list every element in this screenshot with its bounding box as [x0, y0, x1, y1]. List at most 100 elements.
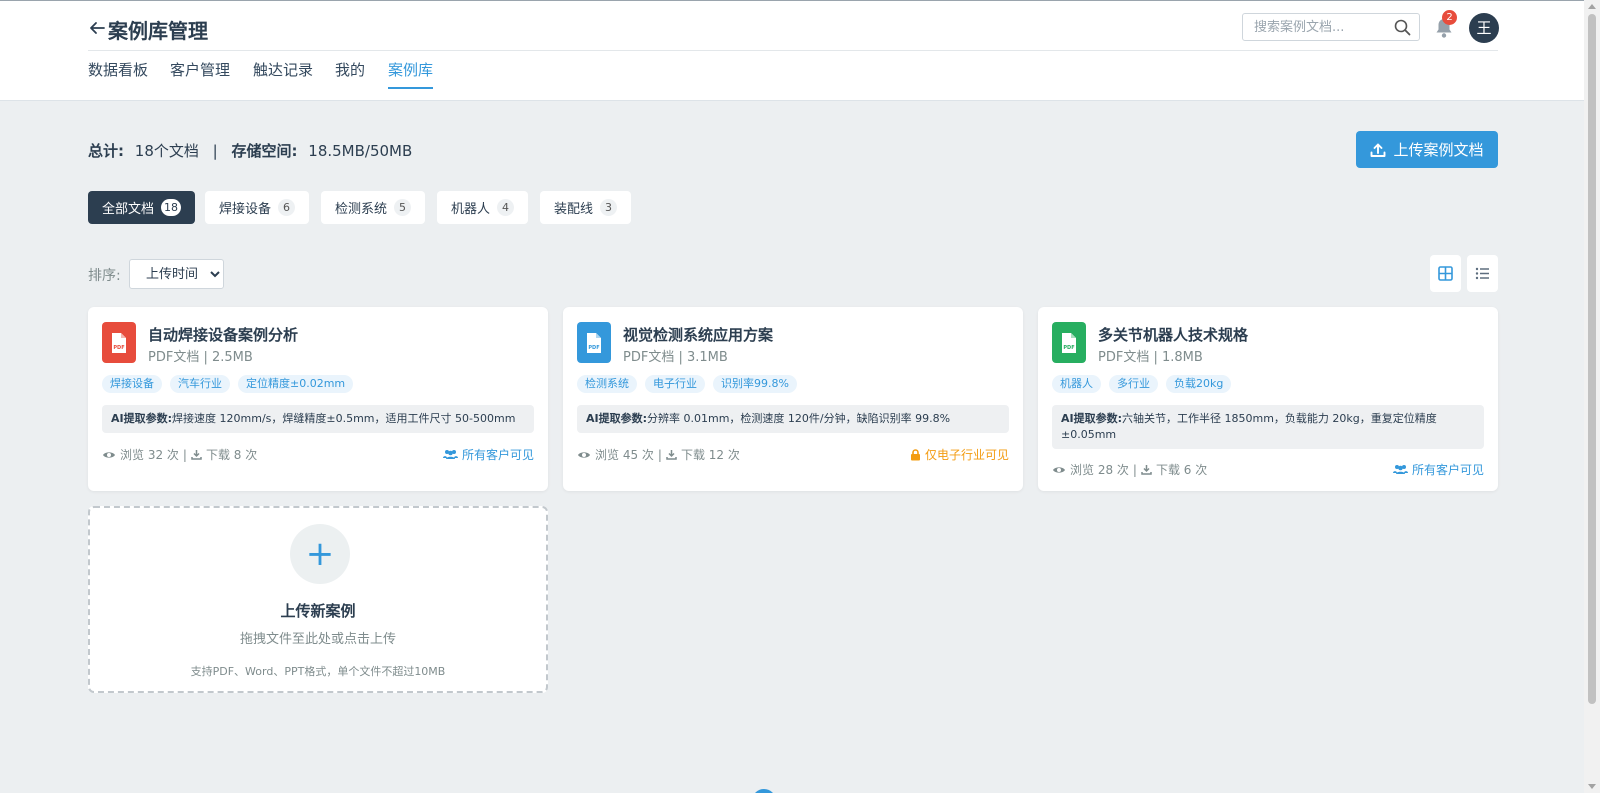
filter-count: 5 — [394, 199, 412, 216]
case-card[interactable]: PDF 视觉检测系统应用方案 PDF文档 | 3.1MB 检测系统 电子行业 识… — [563, 307, 1023, 491]
filter-count: 4 — [497, 199, 515, 216]
tag: 机器人 — [1052, 375, 1101, 393]
card-meta: PDF文档 | 1.8MB — [1098, 350, 1203, 365]
grid-icon — [1438, 266, 1453, 281]
pdf-file-icon: PDF — [102, 322, 136, 363]
card-meta: PDF文档 | 2.5MB — [148, 350, 253, 365]
total-label: 总计: — [88, 142, 124, 160]
filter-robot[interactable]: 机器人 4 — [437, 191, 529, 224]
title-row: 案例库管理 2 王 — [88, 10, 1499, 51]
floating-action-button[interactable] — [752, 789, 776, 793]
card-title[interactable]: 视觉检测系统应用方案 — [623, 324, 773, 345]
filter-label: 检测系统 — [335, 202, 388, 217]
nav-dashboard[interactable]: 数据看板 — [88, 59, 148, 89]
visibility-info: 所有客户可见 — [442, 446, 534, 463]
notification-badge: 2 — [1442, 10, 1457, 25]
filter-label: 全部文档 — [102, 202, 155, 217]
nav-case-library[interactable]: 案例库 — [388, 59, 434, 89]
ai-params-box: AI提取参数:六轴关节，工作半径 1850mm，负载能力 20kg，重复定位精度… — [1052, 405, 1484, 449]
upload-icon — [1371, 143, 1386, 157]
pdf-file-icon: PDF — [577, 322, 611, 363]
stat-separator: | — [182, 447, 187, 462]
nav-customers[interactable]: 客户管理 — [170, 59, 230, 89]
svg-text:PDF: PDF — [113, 345, 124, 351]
case-card[interactable]: PDF 自动焊接设备案例分析 PDF文档 | 2.5MB 焊接设备 汽车行业 定… — [88, 307, 548, 491]
card-stats: 浏览 45 次 | 下载 12 次 — [577, 446, 740, 463]
stats-summary: 总计: 18个文档 | 存储空间: 18.5MB/50MB — [88, 140, 412, 161]
card-title[interactable]: 自动焊接设备案例分析 — [148, 324, 298, 345]
download-count: 下载 12 次 — [680, 448, 740, 462]
filter-label: 机器人 — [451, 202, 491, 217]
ai-params-label: AI提取参数: — [586, 412, 648, 425]
upload-dropzone-hint: 支持PDF、Word、PPT格式，单个文件不超过10MB — [190, 665, 446, 678]
storage-value: 18.5MB/50MB — [308, 142, 413, 160]
card-tags: 检测系统 电子行业 识别率99.8% — [577, 375, 797, 393]
plus-icon[interactable]: + — [290, 524, 350, 584]
page-title: 案例库管理 — [108, 19, 208, 43]
page-scrollbar[interactable] — [1584, 0, 1600, 793]
ai-params-label: AI提取参数: — [111, 412, 173, 425]
storage-label: 存储空间: — [231, 142, 298, 160]
list-view-button[interactable] — [1467, 255, 1498, 292]
card-tags: 焊接设备 汽车行业 定位精度±0.02mm — [102, 375, 354, 393]
search-box[interactable] — [1242, 13, 1420, 41]
sort-label: 排序: — [88, 268, 121, 284]
download-count: 下载 6 次 — [1155, 463, 1208, 477]
filter-welding[interactable]: 焊接设备 6 — [205, 191, 310, 224]
search-icon[interactable] — [1394, 19, 1411, 36]
svg-text:PDF: PDF — [1063, 345, 1074, 351]
card-stats: 浏览 32 次 | 下载 8 次 — [102, 446, 257, 463]
filter-count: 6 — [278, 199, 296, 216]
scroll-up-arrow[interactable] — [1588, 4, 1596, 9]
upload-dropzone-subtitle: 拖拽文件至此处或点击上传 — [239, 632, 396, 647]
view-count: 浏览 28 次 — [1070, 463, 1129, 477]
arrow-left-icon[interactable] — [88, 19, 106, 37]
filter-all[interactable]: 全部文档 18 — [88, 191, 196, 224]
ai-params-label: AI提取参数: — [1061, 412, 1123, 425]
filter-label: 装配线 — [554, 202, 594, 217]
download-count: 下载 8 次 — [205, 448, 258, 462]
filter-assembly-line[interactable]: 装配线 3 — [540, 191, 632, 224]
tag: 负载20kg — [1166, 375, 1232, 393]
stat-separator: | — [657, 447, 662, 462]
view-count: 浏览 45 次 — [595, 448, 654, 462]
view-count: 浏览 32 次 — [120, 448, 179, 462]
visibility-label: 仅电子行业可见 — [924, 448, 1009, 462]
nav-mine[interactable]: 我的 — [335, 59, 365, 89]
visibility-info: 所有客户可见 — [1392, 461, 1484, 478]
tag: 定位精度±0.02mm — [238, 375, 354, 393]
filter-inspection[interactable]: 检测系统 5 — [321, 191, 426, 224]
case-card[interactable]: PDF 多关节机器人技术规格 PDF文档 | 1.8MB 机器人 多行业 负载2… — [1038, 307, 1498, 491]
card-title[interactable]: 多关节机器人技术规格 — [1098, 324, 1248, 345]
visibility-label: 所有客户可见 — [461, 448, 534, 462]
upload-dropzone-title: 上传新案例 — [280, 602, 356, 620]
download-icon — [666, 450, 677, 460]
tag: 多行业 — [1109, 375, 1158, 393]
tag: 焊接设备 — [102, 375, 162, 393]
avatar[interactable]: 王 — [1469, 13, 1499, 43]
upload-dropzone[interactable]: + 上传新案例 拖拽文件至此处或点击上传 支持PDF、Word、PPT格式，单个… — [88, 506, 548, 693]
stats-separator: | — [212, 142, 218, 160]
eye-icon — [1053, 466, 1065, 473]
visibility-label: 所有客户可见 — [1411, 463, 1484, 477]
search-input[interactable] — [1243, 14, 1383, 40]
filter-count: 3 — [600, 199, 618, 216]
header-inner: 案例库管理 2 王 数据看板 客户管理 触达记录 我的 案例库 — [88, 1, 1499, 101]
filter-count: 18 — [161, 199, 182, 216]
filter-label: 焊接设备 — [219, 202, 272, 217]
sort-select[interactable]: 上传时间 — [129, 259, 224, 289]
card-meta: PDF文档 | 3.1MB — [623, 350, 728, 365]
upload-button-label: 上传案例文档 — [1393, 142, 1484, 159]
tag: 电子行业 — [645, 375, 705, 393]
pdf-file-icon: PDF — [1052, 322, 1086, 363]
top-header: 案例库管理 2 王 数据看板 客户管理 触达记录 我的 案例库 — [0, 0, 1584, 101]
nav-touch-records[interactable]: 触达记录 — [253, 59, 313, 89]
upload-document-button[interactable]: 上传案例文档 — [1356, 131, 1498, 168]
lock-icon — [910, 448, 920, 460]
download-icon — [191, 450, 202, 460]
ai-params-box: AI提取参数:分辨率 0.01mm，检测速度 120件/分钟，缺陷识别率 99.… — [577, 405, 1009, 433]
scroll-down-arrow[interactable] — [1588, 784, 1596, 789]
users-icon — [442, 450, 458, 459]
grid-view-button[interactable] — [1430, 255, 1461, 292]
scroll-thumb[interactable] — [1588, 14, 1596, 704]
